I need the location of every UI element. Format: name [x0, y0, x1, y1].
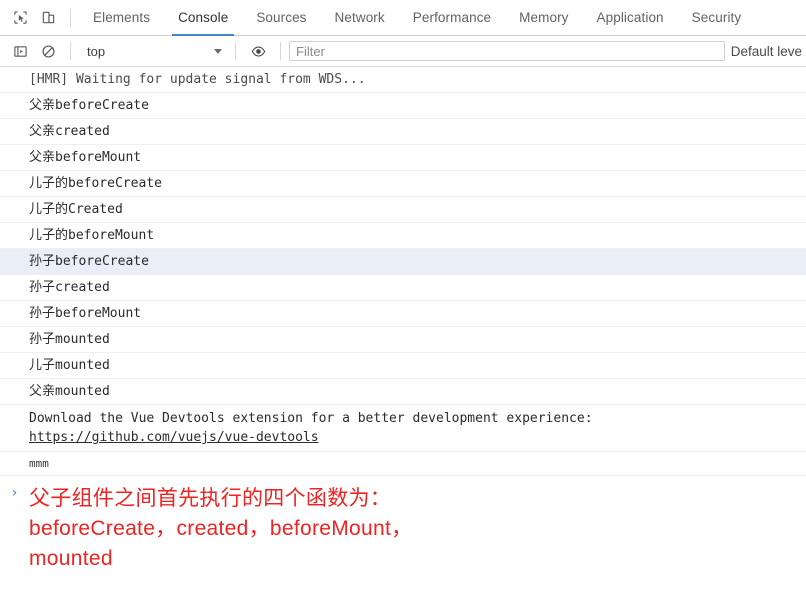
console-message-list[interactable]: [HMR] Waiting for update signal from WDS…	[0, 67, 806, 596]
filterbar-divider-2	[235, 42, 236, 60]
tab-label: Elements	[93, 10, 151, 25]
console-row-text: 孙子created	[29, 280, 110, 295]
inspect-element-icon[interactable]	[6, 4, 34, 32]
log-level-select[interactable]: Default leve	[731, 44, 806, 59]
log-level-label: Default leve	[730, 43, 802, 59]
console-row-text: 儿子的beforeMount	[29, 228, 155, 243]
tab-label: Network	[334, 10, 385, 25]
console-row[interactable]: 孙子beforeMount	[0, 301, 806, 327]
console-row-selected[interactable]: 孙子beforeCreate	[0, 249, 806, 275]
console-row[interactable]: 父亲beforeCreate	[0, 93, 806, 119]
console-row-text: 父亲mounted	[29, 384, 110, 399]
devtools-tabbar: Elements Console Sources Network Perform…	[0, 0, 806, 36]
console-row[interactable]: 孙子mounted	[0, 327, 806, 353]
console-row-vue-devtools-notice[interactable]: Download the Vue Devtools extension for …	[0, 405, 806, 452]
console-prompt-row[interactable]: › 父子组件之间首先执行的四个函数为：beforeCreate，created，…	[0, 476, 806, 580]
vue-devtools-notice-text: Download the Vue Devtools extension for …	[29, 411, 593, 426]
console-row[interactable]: mmm	[0, 452, 806, 476]
tab-performance[interactable]: Performance	[399, 0, 505, 36]
devtools-window: Elements Console Sources Network Perform…	[0, 0, 806, 596]
tab-console[interactable]: Console	[164, 0, 242, 36]
console-row[interactable]: 父亲created	[0, 119, 806, 145]
console-row[interactable]: 父亲beforeMount	[0, 145, 806, 171]
clear-console-icon[interactable]	[34, 37, 62, 65]
toolbar-divider	[70, 8, 71, 27]
live-expression-eye-icon[interactable]	[244, 37, 272, 65]
tab-security[interactable]: Security	[678, 0, 756, 36]
vue-devtools-link[interactable]: https://github.com/vuejs/vue-devtools	[29, 428, 319, 447]
tab-label: Application	[596, 10, 664, 25]
console-row-text: [HMR] Waiting for update signal from WDS…	[29, 72, 366, 87]
console-row[interactable]: 父亲mounted	[0, 379, 806, 405]
tab-label: Console	[178, 10, 229, 25]
filterbar-divider-3	[280, 42, 281, 60]
tab-label: Sources	[256, 10, 307, 25]
tab-elements[interactable]: Elements	[79, 0, 164, 36]
console-row-text: mmm	[29, 457, 49, 470]
execution-context-select[interactable]: top	[79, 41, 227, 62]
console-filter-input[interactable]	[289, 41, 725, 61]
console-row-text: 孙子beforeMount	[29, 306, 142, 321]
chevron-down-icon	[214, 48, 222, 54]
tab-network[interactable]: Network	[321, 0, 399, 36]
console-row-text: 父亲created	[29, 124, 110, 139]
console-row-text: 儿子的beforeCreate	[29, 176, 162, 191]
panel-tabs: Elements Console Sources Network Perform…	[79, 0, 755, 36]
console-filter-toolbar: top Default leve	[0, 36, 806, 67]
execution-context-label: top	[87, 43, 106, 59]
console-row[interactable]: 儿子的beforeCreate	[0, 171, 806, 197]
console-row[interactable]: [HMR] Waiting for update signal from WDS…	[0, 67, 806, 93]
tab-application[interactable]: Application	[583, 0, 678, 36]
tab-memory[interactable]: Memory	[505, 0, 582, 36]
console-row-text: 父亲beforeCreate	[29, 98, 149, 113]
console-row[interactable]: 孙子created	[0, 275, 806, 301]
console-row-text: 儿子mounted	[29, 358, 110, 373]
prompt-chevron-icon: ›	[10, 485, 19, 501]
tab-label: Performance	[412, 10, 492, 25]
console-row-text: 孙子mounted	[29, 332, 110, 347]
filterbar-divider-1	[70, 42, 71, 60]
console-row-text: 孙子beforeCreate	[29, 254, 149, 269]
tab-label: Security	[691, 10, 742, 25]
console-row-text: 儿子的Created	[29, 202, 123, 217]
device-toolbar-icon[interactable]	[34, 4, 62, 32]
annotation-text: 父子组件之间首先执行的四个函数为：beforeCreate，created，be…	[29, 487, 413, 570]
console-row-text: 父亲beforeMount	[29, 150, 142, 165]
console-row[interactable]: 儿子的Created	[0, 197, 806, 223]
tab-label: Memory	[519, 10, 569, 25]
console-row[interactable]: 儿子mounted	[0, 353, 806, 379]
console-row[interactable]: 儿子的beforeMount	[0, 223, 806, 249]
show-console-sidebar-icon[interactable]	[6, 37, 34, 65]
tab-sources[interactable]: Sources	[242, 0, 320, 36]
